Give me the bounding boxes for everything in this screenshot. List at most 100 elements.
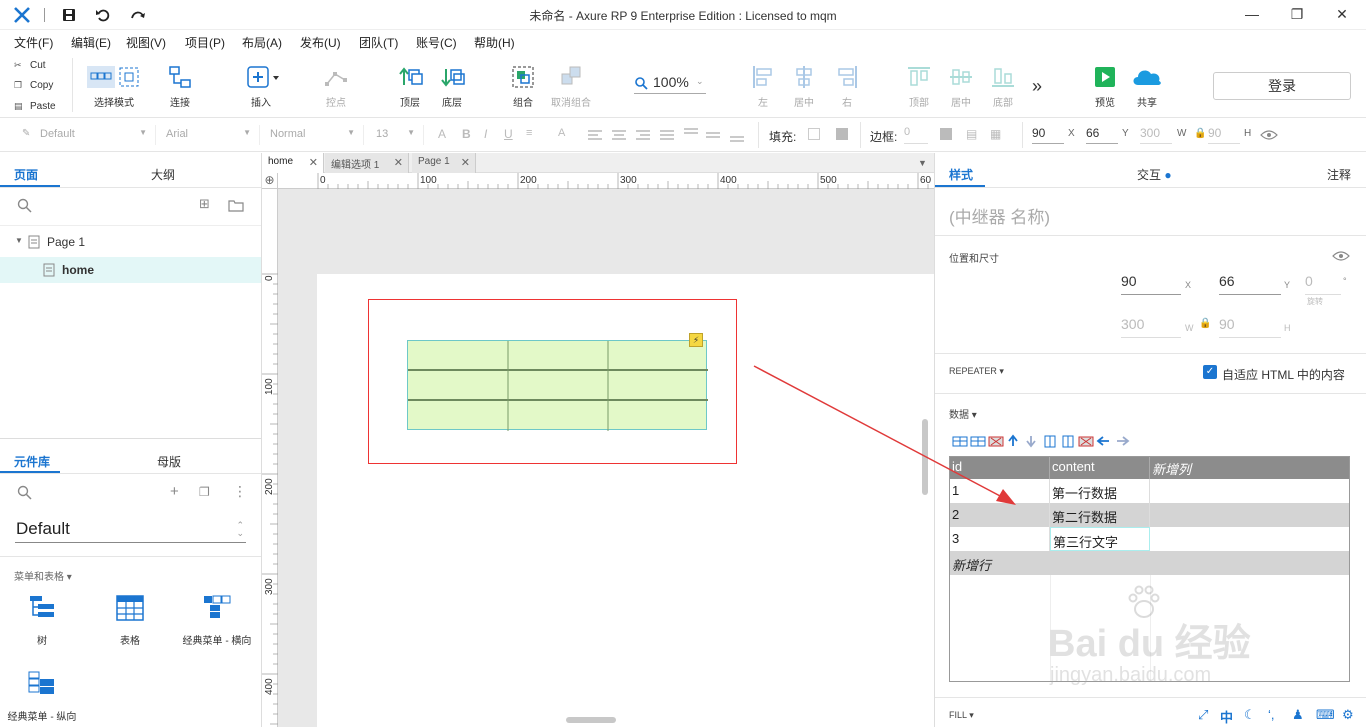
- font-select[interactable]: Arial ▼: [164, 125, 260, 145]
- close-tab-icon[interactable]: ✕: [309, 156, 318, 169]
- copy-button[interactable]: ❐ Copy: [0, 76, 72, 96]
- eye-icon[interactable]: [1260, 129, 1278, 141]
- preview-button[interactable]: 预览: [1090, 64, 1120, 114]
- cut-button[interactable]: ✂ Cut: [0, 56, 72, 76]
- share-button[interactable]: 共享: [1130, 64, 1164, 114]
- grid-header-cell[interactable]: id: [950, 457, 1050, 479]
- grid-cell[interactable]: 第二行数据: [1050, 503, 1150, 527]
- text-align-icons[interactable]: [586, 128, 746, 142]
- menu-file[interactable]: 文件(F): [14, 34, 53, 51]
- tab-pages[interactable]: 页面: [14, 166, 38, 183]
- tab-style[interactable]: 样式: [949, 166, 973, 183]
- align-bottom-button[interactable]: 底部: [988, 64, 1018, 114]
- menu-help[interactable]: 帮助(H): [474, 34, 515, 51]
- widget-name-input[interactable]: (中继器 名称): [949, 203, 1050, 228]
- grid-cell[interactable]: 1: [950, 479, 1050, 503]
- tab-list-icon[interactable]: ▼: [918, 158, 927, 168]
- width-input[interactable]: 300: [1121, 316, 1181, 338]
- add-library-icon[interactable]: +: [170, 483, 179, 500]
- align-center-button[interactable]: 居中: [789, 64, 819, 114]
- eye-icon[interactable]: [1332, 250, 1350, 262]
- design-canvas[interactable]: ⚡: [278, 189, 934, 727]
- close-tab-icon[interactable]: ✕: [394, 156, 403, 169]
- resize-icon[interactable]: ⤢: [1198, 707, 1208, 723]
- menu-project[interactable]: 项目(P): [185, 34, 225, 51]
- italic-icon[interactable]: I: [484, 127, 487, 141]
- menu-publish[interactable]: 发布(U): [300, 34, 341, 51]
- send-to-bottom-button[interactable]: 底层: [434, 64, 470, 114]
- add-page-icon[interactable]: ⊞: [199, 196, 210, 212]
- select-mode-button[interactable]: 选择模式: [84, 64, 144, 114]
- moon-icon[interactable]: ☾: [1244, 707, 1256, 723]
- fill-color-swatch[interactable]: [808, 128, 820, 140]
- align-right-button[interactable]: 右: [832, 64, 862, 114]
- table-row[interactable]: 1 第一行数据: [950, 479, 1349, 503]
- menu-team[interactable]: 团队(T): [359, 34, 398, 51]
- add-row-cell[interactable]: 新增行: [950, 551, 1349, 575]
- font-weight-select[interactable]: Normal ▼: [268, 125, 364, 145]
- widget-tree[interactable]: 树: [10, 593, 74, 649]
- doc-tab-page1[interactable]: Page 1 ✕: [412, 153, 476, 173]
- tab-outline[interactable]: 大纲: [151, 166, 175, 183]
- group-button[interactable]: 组合: [505, 64, 541, 114]
- tab-notes[interactable]: 注释: [1327, 166, 1351, 183]
- font-color-icon[interactable]: A: [438, 127, 446, 141]
- horizontal-scrollbar[interactable]: [566, 717, 616, 723]
- tab-masters[interactable]: 母版: [157, 453, 181, 470]
- grid-cell[interactable]: 2: [950, 503, 1050, 527]
- grid-cell[interactable]: 第一行数据: [1050, 479, 1150, 503]
- menu-layout[interactable]: 布局(A): [242, 34, 282, 51]
- align-left-button[interactable]: 左: [748, 64, 778, 114]
- minimize-icon[interactable]: —: [1242, 6, 1262, 24]
- login-button[interactable]: 登录: [1213, 72, 1351, 100]
- lock-icon[interactable]: 🔒: [1199, 318, 1211, 329]
- maximize-icon[interactable]: ❐: [1287, 6, 1307, 24]
- fit-html-checkbox[interactable]: ✓: [1203, 365, 1217, 379]
- doc-tab-edit-option[interactable]: 编辑选项 1 ✕: [325, 153, 409, 173]
- doc-tab-home[interactable]: home ✕: [262, 153, 324, 173]
- search-icon[interactable]: [17, 485, 33, 501]
- border-visibility-icon[interactable]: ▦: [990, 127, 1001, 141]
- y-input[interactable]: 66: [1219, 273, 1281, 295]
- table-row[interactable]: 2 第二行数据: [950, 503, 1349, 527]
- page-item-page1[interactable]: ▼ Page 1: [0, 231, 261, 253]
- repeater-data-grid[interactable]: id content 新增列 1 第一行数据 2 第二行数据 3 第三行文字 新…: [949, 456, 1350, 682]
- tab-library[interactable]: 元件库: [14, 453, 50, 470]
- format-x-input[interactable]: 90: [1032, 126, 1064, 144]
- height-input[interactable]: 90: [1219, 316, 1281, 338]
- align-top-button[interactable]: 顶部: [904, 64, 934, 114]
- font-color-alt-icon[interactable]: A: [558, 127, 565, 139]
- add-row-row[interactable]: 新增行: [950, 551, 1349, 575]
- widget-classic-menu-horizontal[interactable]: 经典菜单 - 横向: [178, 593, 256, 649]
- align-middle-button[interactable]: 居中: [946, 64, 976, 114]
- repeater-section-label[interactable]: REPEATER ▾: [949, 366, 1004, 377]
- widget-table[interactable]: 表格: [98, 593, 162, 649]
- zoom-select[interactable]: 100% ⌄: [634, 72, 706, 94]
- format-y-input[interactable]: 66: [1086, 126, 1118, 144]
- x-input[interactable]: 90: [1121, 273, 1181, 295]
- grid-cell[interactable]: 3: [950, 527, 1050, 551]
- more-tools-icon[interactable]: »: [1032, 76, 1042, 97]
- lock-icon[interactable]: 🔒: [1194, 128, 1206, 139]
- ime-label[interactable]: 中: [1220, 707, 1233, 726]
- grid-header-cell[interactable]: content: [1050, 457, 1150, 479]
- format-h-input[interactable]: 90: [1208, 126, 1240, 144]
- page-item-home[interactable]: home: [0, 257, 261, 283]
- border-style-icon[interactable]: ▤: [966, 127, 977, 141]
- tab-interactions[interactable]: 交互 ●: [1137, 166, 1172, 183]
- repeater-widget[interactable]: [407, 340, 708, 431]
- widget-classic-menu-vertical[interactable]: 经典菜单 - 纵向: [4, 669, 80, 725]
- keyboard-icon[interactable]: ⌨: [1316, 707, 1335, 723]
- font-size-select[interactable]: 13 ▼: [372, 125, 424, 145]
- libraries-icon[interactable]: ❐: [199, 485, 210, 499]
- rotation-input[interactable]: 0: [1305, 273, 1341, 295]
- border-width-input[interactable]: 0: [904, 126, 928, 144]
- border-color-swatch[interactable]: [940, 128, 952, 140]
- vertical-scrollbar[interactable]: [922, 419, 928, 495]
- underline-icon[interactable]: U: [504, 127, 513, 141]
- ruler-origin-icon[interactable]: ⊕: [262, 173, 278, 189]
- bold-icon[interactable]: B: [462, 127, 471, 141]
- more-options-icon[interactable]: ⋮: [233, 483, 247, 500]
- ungroup-button[interactable]: 取消组合: [548, 64, 594, 114]
- punctuation-icon[interactable]: ‘,: [1268, 707, 1275, 722]
